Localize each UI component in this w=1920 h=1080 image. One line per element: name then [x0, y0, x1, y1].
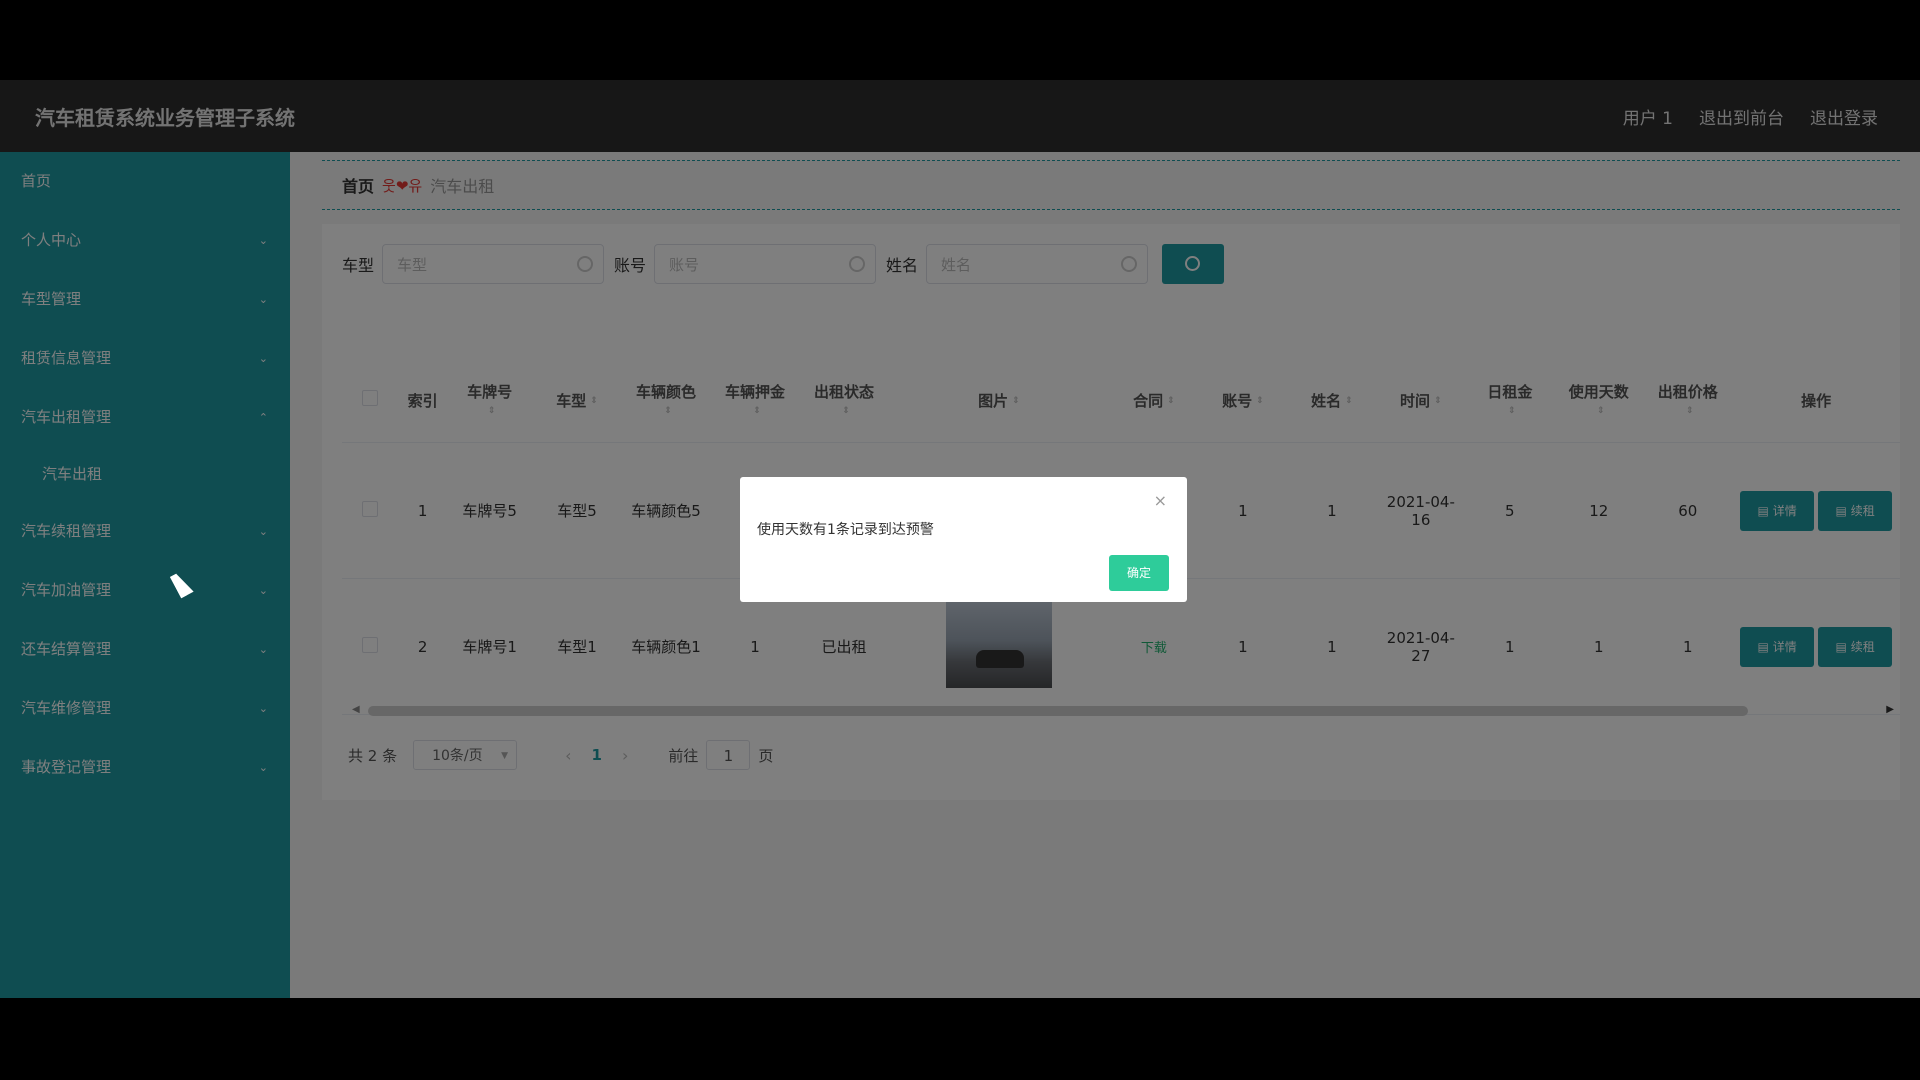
- modal-overlay: × 使用天数有1条记录到达预警 确定: [0, 80, 1920, 998]
- app-window: 汽车租赁系统业务管理子系统 用户 1 退出到前台 退出登录 首页 个人中心⌄ 车…: [0, 80, 1920, 998]
- warning-dialog: × 使用天数有1条记录到达预警 确定: [740, 477, 1187, 602]
- close-icon[interactable]: ×: [1154, 491, 1167, 510]
- dialog-message: 使用天数有1条记录到达预警: [757, 522, 934, 538]
- mouse-cursor-icon: [170, 570, 194, 599]
- confirm-button[interactable]: 确定: [1109, 555, 1169, 591]
